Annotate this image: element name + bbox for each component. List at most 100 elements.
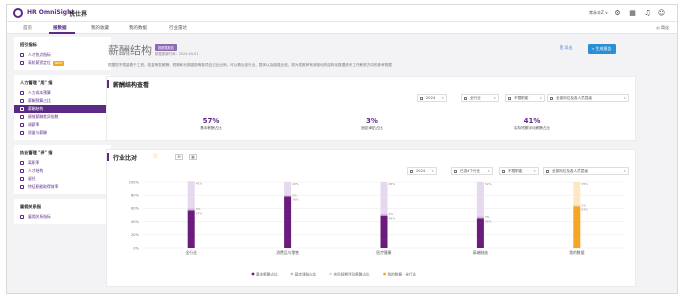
- year-select-value: 2024: [416, 169, 426, 173]
- generate-report-button[interactable]: ⌕ 生成报告: [588, 44, 616, 54]
- sidebar-item-retention[interactable]: 留任: [14, 175, 111, 183]
- bar-value-label: 35%: [581, 182, 588, 186]
- sidebar-item-talent-hotspot[interactable]: 人才热点指标: [14, 51, 111, 59]
- bar-segment: [284, 182, 292, 196]
- sidebar-item-pay-structure[interactable]: 薪酬结构: [14, 105, 111, 113]
- sidebar-item-performance-pay[interactable]: 绩效薪酬差异指数: [14, 113, 111, 121]
- industry-select[interactable]: 已选4个行业 ∨: [451, 167, 493, 175]
- top-bar: HR OmniSight 悦仕界 常永丰Z ∨ ⚙ ▦ ♫ ☺: [7, 5, 677, 22]
- year-select[interactable]: 2024 ∨: [417, 94, 447, 102]
- bar-value-label: 63%: [581, 207, 588, 211]
- chevron-down-icon: ∨: [623, 169, 626, 173]
- app-window: HR OmniSight 悦仕界 常永丰Z ∨ ⚙ ▦ ♫ ☺ 首页 报数据 我…: [6, 4, 678, 294]
- sidebar-item-label: 人才结构: [28, 168, 44, 173]
- quality-icon: [20, 131, 24, 135]
- account-icon[interactable]: ☺: [657, 9, 666, 18]
- bar-segment: [573, 182, 581, 206]
- sidebar-item-pay-budget[interactable]: 薪酬预算占比: [14, 97, 111, 105]
- chart-view-toggle[interactable]: M: [175, 154, 183, 160]
- nav-my-data[interactable]: 我的数据: [129, 25, 147, 31]
- bar-segment: [573, 206, 581, 248]
- bar-value-label: 45%: [485, 219, 492, 223]
- x-tick-label: 高端制造: [473, 250, 488, 255]
- relation-icon: [20, 215, 24, 219]
- sidebar-item-label: 离职率: [28, 160, 40, 165]
- main-content: 薪酬结构 报数据报告 数据更新时间：2024-04-01 根据您不限量基于工资、…: [106, 37, 636, 287]
- nav-home[interactable]: 首页: [23, 25, 32, 31]
- sidebar-item-label: 调薪率: [28, 122, 40, 127]
- calendar-icon: [410, 170, 413, 173]
- section-accent-bar: [107, 80, 109, 88]
- bar-value-label: 20%: [292, 182, 299, 186]
- brand-suffix: 悦仕界: [69, 11, 88, 18]
- org-icon: [20, 169, 24, 173]
- bar-value-label: 3%: [389, 212, 394, 216]
- x-tick-label: 全行业: [186, 250, 198, 255]
- overview-card-header: 薪酬结构查看: [107, 77, 635, 90]
- bar-segment: [573, 205, 581, 207]
- y-tick-label: 0%: [133, 246, 139, 250]
- nav-report-data[interactable]: 报数据: [53, 25, 67, 31]
- legend-swatch: [290, 272, 294, 276]
- overview-title: 薪酬结构查看: [113, 82, 150, 89]
- sidebar-item-label: 薪酬结构: [28, 106, 44, 111]
- sidebar-item-high-pay-position[interactable]: 高阶薪资定位 NEW: [14, 59, 111, 67]
- sidebar-item-talent-structure[interactable]: 人才结构: [14, 167, 111, 175]
- industry-select-value: 已选4个行业: [460, 169, 481, 173]
- notification-bell-icon[interactable]: ♫: [643, 9, 652, 18]
- people-icon: [20, 53, 24, 57]
- table-view-toggle[interactable]: ▦: [189, 154, 197, 160]
- bar-segment: [187, 181, 195, 209]
- industry-select[interactable]: 全行业 ∨: [461, 94, 499, 102]
- year-select[interactable]: 2024 ∨: [407, 167, 437, 175]
- favorite-star-icon[interactable]: ☆: [152, 152, 158, 160]
- nav-simplify-toggle[interactable]: ◎ 简化: [656, 25, 669, 31]
- legend-label: 实际短期浮动薪酬占比: [334, 271, 370, 276]
- settings-icon[interactable]: ⚙: [613, 9, 622, 18]
- sidebar-item-turnover[interactable]: 离职率: [14, 159, 111, 167]
- sidebar-item-labor-cost[interactable]: 人力成本预算: [14, 89, 111, 97]
- user-menu[interactable]: 常永丰Z ∨: [589, 10, 608, 16]
- report-tag: 报数据报告: [155, 44, 177, 51]
- function-select-value: 不限职能: [508, 169, 523, 173]
- bar-segment: [380, 213, 388, 216]
- sidebar-item-quality-pay[interactable]: 质量与薪酬: [14, 129, 111, 137]
- chevron-down-icon: ∨: [623, 96, 626, 100]
- bar-value-label: 41%: [196, 181, 203, 185]
- export-button[interactable]: ⎘ 导出: [560, 45, 572, 51]
- level-select[interactable]: 全部岗位及各人员层级 ∨: [543, 167, 629, 175]
- bar-segment: [476, 182, 484, 217]
- level-select[interactable]: 全部岗位及各人员层级 ∨: [547, 94, 629, 102]
- sidebar-item-raise-rate[interactable]: 调薪率: [14, 121, 111, 129]
- year-select-value: 2024: [426, 96, 436, 100]
- exit-icon: [20, 161, 24, 165]
- sidebar-group-title: 招引指标: [20, 42, 37, 47]
- function-select[interactable]: 不限职能 ∨: [499, 167, 539, 175]
- legend-swatch: [251, 272, 255, 276]
- retain-icon: [20, 177, 24, 181]
- bar-value-label: 78%: [292, 198, 299, 202]
- bar-segment: [187, 210, 195, 248]
- bar-value-label: 48%: [389, 182, 396, 186]
- chevron-down-icon: ∨: [493, 96, 496, 100]
- sidebar-group-evaluate: 执业管理 "评" 指 离职率 人才结构 留任 特征职能取得效率: [14, 145, 111, 194]
- bar-icon: [20, 115, 24, 119]
- sidebar-item-employment-relation[interactable]: 雇佣关系指标: [14, 213, 111, 221]
- sidebar-item-efficiency[interactable]: 特征职能取得效率: [14, 183, 111, 191]
- calendar-icon: [420, 97, 423, 100]
- bar-value-label: 3%: [485, 215, 490, 219]
- chevron-down-icon: ∨: [487, 169, 490, 173]
- apps-grid-icon[interactable]: ▦: [628, 9, 637, 18]
- y-tick-label: 100%: [129, 180, 140, 184]
- y-tick-label: 40%: [131, 220, 140, 224]
- bar-value-label: 49%: [389, 217, 396, 221]
- nav-active-indicator: [49, 32, 75, 34]
- nav-industry-radar[interactable]: 行业雷达: [169, 25, 187, 31]
- chevron-down-icon: ∨: [539, 96, 542, 100]
- nav-favorites[interactable]: 我的收藏: [91, 25, 109, 31]
- sidebar-group-manage: 人力管理 "用" 指 人力成本预算 薪酬预算占比 薪酬结构 绩效薪酬差异指数 调…: [14, 75, 111, 140]
- x-tick-label: 消费品与零售: [276, 250, 299, 255]
- sidebar-item-label: 高阶薪资定位: [28, 60, 51, 65]
- function-select[interactable]: 不限职能 ∨: [505, 94, 545, 102]
- bar-segment: [187, 208, 195, 211]
